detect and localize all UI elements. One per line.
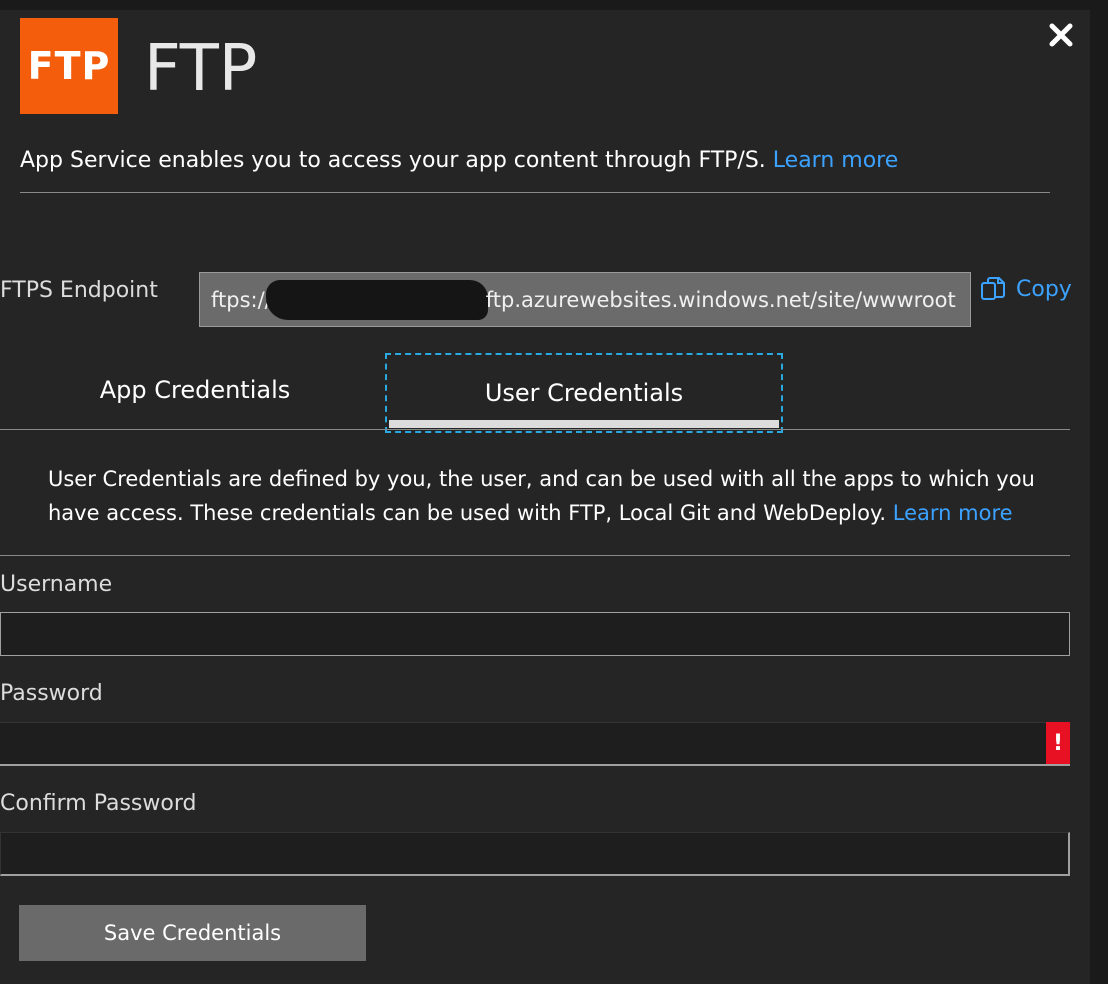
ftp-logo-text: FTP xyxy=(27,44,111,88)
close-icon xyxy=(1049,23,1073,47)
password-input[interactable] xyxy=(0,722,1070,766)
endpoint-suffix: ftp.azurewebsites.windows.net/site/wwwro… xyxy=(485,287,956,312)
copy-button[interactable]: Copy xyxy=(980,276,1072,302)
active-tab-indicator xyxy=(389,420,779,428)
intro-text: App Service enables you to access your a… xyxy=(20,148,766,173)
confirm-password-input[interactable] xyxy=(0,832,1070,876)
error-icon-glyph: ! xyxy=(1052,730,1064,756)
divider xyxy=(20,192,1050,193)
copy-icon xyxy=(981,277,1005,300)
description-divider xyxy=(0,555,1070,556)
endpoint-prefix: ftps:// xyxy=(211,287,272,312)
user-credentials-description: User Credentials are defined by you, the… xyxy=(48,462,1038,530)
username-input[interactable] xyxy=(0,612,1070,656)
redacted-area xyxy=(265,279,488,320)
intro-learn-more-link[interactable]: Learn more xyxy=(773,148,898,173)
password-label: Password xyxy=(0,681,103,706)
intro-description: App Service enables you to access your a… xyxy=(20,148,898,173)
ftp-logo: FTP xyxy=(20,18,118,114)
tab-app-credentials[interactable]: App Credentials xyxy=(40,354,350,426)
username-label: Username xyxy=(0,572,113,597)
ftp-panel: FTP FTP App Service enables you to acces… xyxy=(0,10,1090,984)
user-credentials-text: User Credentials are defined by you, the… xyxy=(48,467,1035,525)
error-icon: ! xyxy=(1046,722,1070,764)
copy-label: Copy xyxy=(1016,276,1072,302)
close-button[interactable] xyxy=(1044,18,1078,52)
confirm-password-label: Confirm Password xyxy=(0,791,197,816)
ftps-endpoint-field[interactable]: ftps:// ftp.azurewebsites.windows.net/sit… xyxy=(199,272,971,327)
tabs-divider xyxy=(0,429,1070,430)
page-title: FTP xyxy=(144,32,258,106)
save-credentials-button[interactable]: Save Credentials xyxy=(19,905,366,961)
user-credentials-learn-more-link[interactable]: Learn more xyxy=(893,501,1013,525)
ftps-endpoint-label: FTPS Endpoint xyxy=(0,278,158,303)
